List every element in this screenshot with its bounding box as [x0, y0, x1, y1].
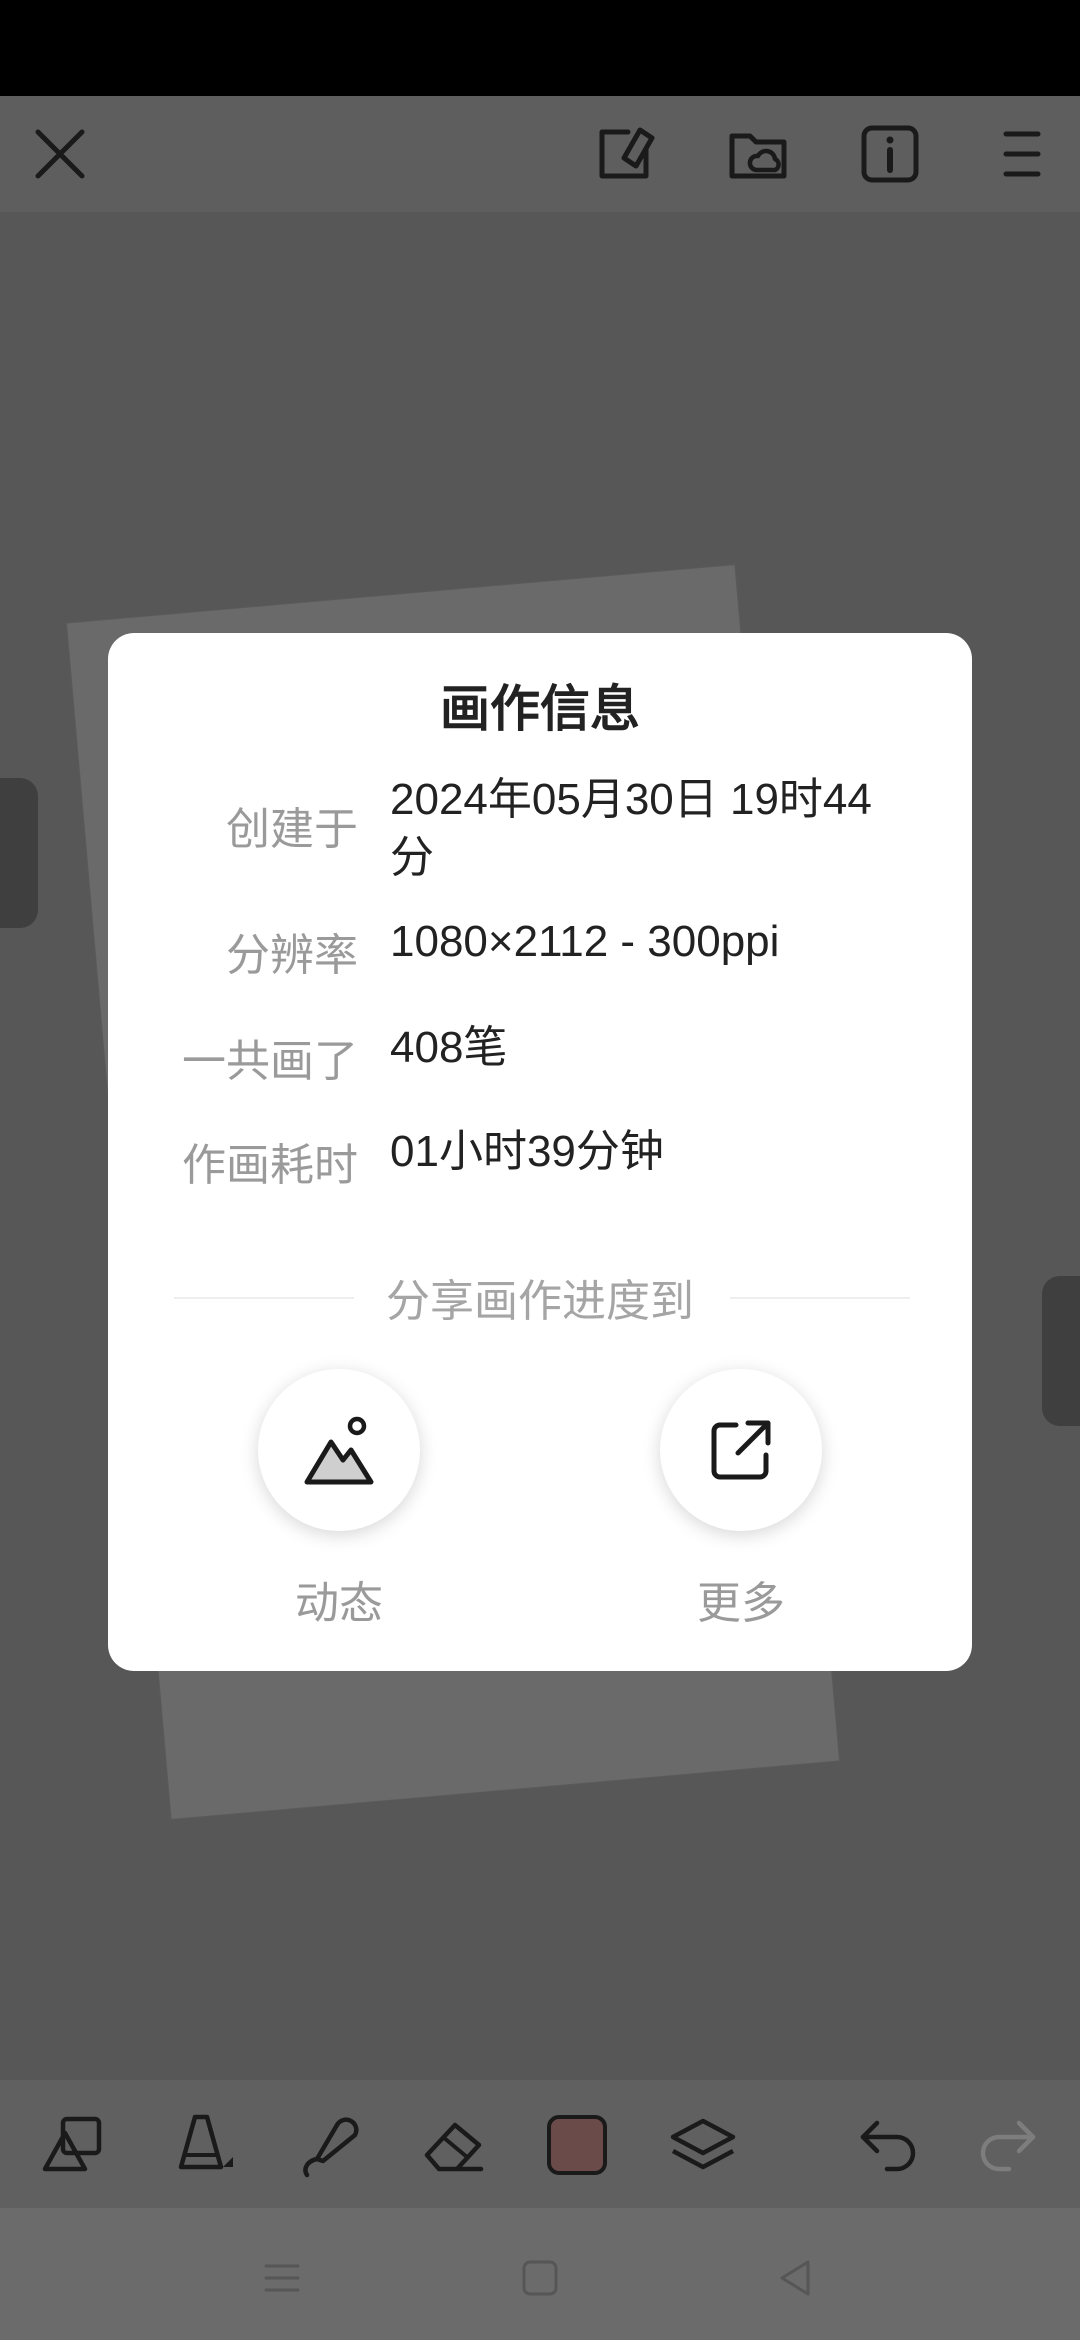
left-slider-handle[interactable] [0, 778, 38, 928]
system-navigation-bar [0, 2208, 1080, 2340]
info-value: 408笔 [390, 1023, 508, 1072]
brush-icon[interactable] [160, 2104, 242, 2186]
info-label: 一共画了 [182, 1037, 358, 1086]
undo-icon[interactable] [848, 2104, 930, 2186]
share-more-label: 更多 [697, 1579, 785, 1628]
dialog-title: 画作信息 [440, 681, 640, 737]
redo-icon[interactable] [966, 2104, 1048, 2186]
share-moments-button[interactable] [258, 1369, 420, 1531]
info-icon[interactable] [852, 116, 928, 192]
shapes-icon[interactable] [32, 2104, 114, 2186]
home-icon[interactable] [510, 2248, 570, 2308]
folder-cloud-icon[interactable] [720, 116, 796, 192]
info-value: 01小时39分钟 [390, 1127, 664, 1176]
eraser-icon[interactable] [412, 2104, 494, 2186]
bottom-toolbar [0, 2080, 1080, 2208]
share-moments-label: 动态 [295, 1579, 383, 1628]
color-picker-button[interactable] [536, 2104, 618, 2186]
divider [730, 1297, 910, 1299]
recents-icon[interactable] [252, 2248, 312, 2308]
info-label: 创建于 [226, 805, 358, 854]
smudge-icon[interactable] [288, 2104, 370, 2186]
info-value: 2024年05月30日 19时44分 [390, 775, 872, 882]
back-icon[interactable] [766, 2248, 826, 2308]
artwork-info-dialog: 画作信息 创建于 2024年05月30日 19时44分 分辨率 1080×211… [108, 633, 972, 1671]
info-label: 作画耗时 [182, 1141, 358, 1190]
info-label: 分辨率 [226, 931, 358, 980]
close-icon[interactable] [22, 116, 98, 192]
right-slider-handle[interactable] [1042, 1276, 1080, 1426]
external-share-icon [711, 1420, 771, 1480]
info-value: 1080×2112 - 300ppi [390, 917, 780, 966]
status-bar [0, 0, 1080, 96]
menu-icon[interactable] [984, 116, 1060, 192]
layers-icon[interactable] [662, 2104, 744, 2186]
mountain-image-icon [304, 1416, 374, 1485]
sticker-icon[interactable] [588, 116, 664, 192]
top-toolbar [0, 96, 1080, 212]
share-more-button[interactable] [660, 1369, 822, 1531]
